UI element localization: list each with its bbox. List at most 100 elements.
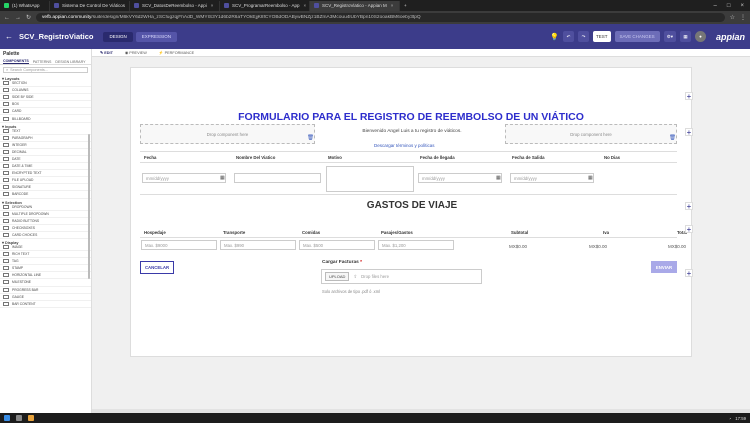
fecha-salida-input[interactable]: mm/dd/yyyy bbox=[510, 173, 594, 183]
palette-item[interactable]: STAMP bbox=[0, 265, 91, 273]
palette-item[interactable]: PARAGRAPH bbox=[0, 135, 91, 142]
test-button[interactable]: TEST bbox=[592, 31, 611, 42]
avatar[interactable]: ● bbox=[694, 31, 706, 42]
design-mode-button[interactable]: DESIGN bbox=[103, 31, 133, 42]
drop-zone-left[interactable]: Drop component here bbox=[140, 124, 315, 144]
search-icon[interactable] bbox=[16, 415, 22, 421]
palette-item[interactable]: DATE bbox=[0, 156, 91, 164]
browser-tab-registro[interactable]: SCV_RegistroViatico - Appian M × bbox=[310, 0, 400, 11]
send-button[interactable]: ENVIAR bbox=[651, 261, 677, 273]
reload-icon[interactable]: ↻ bbox=[26, 14, 31, 21]
palette-item[interactable]: COLUMNS bbox=[0, 87, 91, 95]
cancel-button[interactable]: CANCELAR bbox=[140, 261, 174, 274]
palette-item[interactable]: ENCRYPTED TEXT bbox=[0, 170, 91, 178]
redo-button[interactable]: ↷ bbox=[577, 31, 589, 42]
motivo-textarea[interactable] bbox=[326, 166, 414, 192]
palette-item[interactable]: DROPDOWN bbox=[0, 204, 91, 211]
drop-zone-right[interactable]: Drop component here bbox=[505, 124, 677, 144]
tab-performance[interactable]: ⚡ PERFORMANCE bbox=[159, 50, 194, 55]
palette-item[interactable]: CHECKBOXES bbox=[0, 225, 91, 232]
back-arrow-icon[interactable]: ← bbox=[4, 15, 10, 21]
palette-item[interactable]: CARD CHOICES bbox=[0, 232, 91, 239]
browser-tab-whatsapp[interactable]: (1) WhatsApp bbox=[0, 0, 50, 11]
palette-item[interactable]: BAR CONTENT bbox=[0, 301, 91, 308]
nombre-viatico-input[interactable] bbox=[234, 173, 321, 183]
palette-item[interactable]: GAUGE bbox=[0, 294, 91, 301]
calendar-icon[interactable]: ▦ bbox=[496, 175, 501, 181]
back-icon[interactable]: ← bbox=[5, 32, 13, 41]
palette-item[interactable]: BARCODE bbox=[0, 191, 91, 199]
minimize-icon[interactable]: – bbox=[714, 3, 717, 9]
palette-item[interactable]: SIDE BY SIDE bbox=[0, 94, 91, 102]
hospedaje-input[interactable]: Max. $9000 bbox=[141, 240, 217, 250]
calendar-icon[interactable]: ▦ bbox=[220, 175, 225, 181]
palette-item[interactable]: FILE UPLOAD bbox=[0, 177, 91, 185]
tab-components[interactable]: COMPONENTS bbox=[3, 59, 29, 64]
palette-item[interactable]: MULTIPLE DROPDOWN bbox=[0, 211, 91, 218]
tab-preview[interactable]: ◉ PREVIEW bbox=[125, 50, 147, 55]
undo-button[interactable]: ↶ bbox=[562, 31, 574, 42]
add-component-icon[interactable]: + bbox=[685, 128, 693, 137]
add-component-icon[interactable]: + bbox=[685, 92, 693, 101]
trash-icon[interactable]: 🗑 bbox=[669, 135, 676, 141]
palette-item[interactable]: DECIMAL bbox=[0, 149, 91, 156]
interface-canvas[interactable]: FORMULARIO PARA EL REGISTRO DE REEMBOLSO… bbox=[130, 67, 692, 357]
transporte-input[interactable]: Max. $990 bbox=[220, 240, 296, 250]
palette-item[interactable]: BOX bbox=[0, 101, 91, 109]
palette-item[interactable]: INTEGER bbox=[0, 142, 91, 149]
browser-tab-programar[interactable]: SCV_ProgramarReembolso - App × bbox=[220, 0, 310, 11]
palette-item[interactable]: TAG bbox=[0, 258, 91, 266]
add-component-icon[interactable]: + bbox=[685, 202, 693, 211]
new-tab-button[interactable]: + bbox=[400, 1, 411, 11]
forward-arrow-icon[interactable]: → bbox=[15, 15, 21, 21]
apps-grid-icon[interactable]: ▦ bbox=[679, 31, 691, 42]
palette-item[interactable]: CARD bbox=[0, 108, 91, 116]
close-icon[interactable]: × bbox=[391, 3, 394, 8]
palette-item[interactable]: BILLBOARD bbox=[0, 115, 91, 123]
menu-icon[interactable]: ⋮ bbox=[740, 14, 746, 21]
address-bar: ← → ↻ vefb.appian.community /suite/desig… bbox=[0, 11, 750, 24]
url-field[interactable]: vefb.appian.community /suite/design/M6kV… bbox=[36, 13, 725, 22]
palette-search-input[interactable]: ⌕ Search Components... bbox=[3, 67, 88, 73]
palette-item[interactable]: TEXT bbox=[0, 128, 91, 135]
close-icon[interactable]: × bbox=[211, 3, 214, 8]
palette-item[interactable]: DATE & TIME bbox=[0, 163, 91, 171]
col-fecha: Fecha bbox=[144, 155, 157, 160]
add-component-icon[interactable]: + bbox=[685, 225, 693, 234]
tab-patterns[interactable]: PATTERNS bbox=[33, 60, 52, 64]
upload-button[interactable]: UPLOAD bbox=[325, 272, 350, 281]
lightbulb-icon[interactable]: 💡 bbox=[550, 33, 559, 41]
tab-edit[interactable]: ✎ EDIT bbox=[100, 50, 113, 55]
palette-item[interactable]: SIGNATURE bbox=[0, 184, 91, 192]
tab-design-library[interactable]: DESIGN LIBRARY bbox=[55, 60, 85, 64]
palette-item[interactable]: PROGRESS BAR bbox=[0, 287, 91, 294]
palette-scrollbar[interactable] bbox=[88, 134, 90, 279]
close-window-icon[interactable]: × bbox=[740, 3, 744, 9]
trash-icon[interactable]: 🗑 bbox=[307, 135, 314, 141]
expression-mode-button[interactable]: EXPRESSION bbox=[135, 31, 178, 42]
fecha-llegada-input[interactable]: mm/dd/yyyy bbox=[418, 173, 502, 183]
add-component-icon[interactable]: + bbox=[685, 269, 693, 278]
palette-item[interactable]: RADIO BUTTONS bbox=[0, 218, 91, 225]
palette-item[interactable]: MILESTONE bbox=[0, 279, 91, 287]
palette-item[interactable]: SECTION bbox=[0, 80, 91, 88]
terms-link[interactable]: Descargar términos y políticas bbox=[374, 143, 435, 148]
file-upload-field[interactable]: UPLOAD ⇧ Drop files here bbox=[321, 269, 482, 284]
settings-gear-icon[interactable]: ⚙▾ bbox=[663, 31, 676, 42]
calendar-icon[interactable]: ▦ bbox=[588, 175, 593, 181]
browser-tab-sistema[interactable]: Sistema De Control De Viáticos× bbox=[50, 0, 130, 11]
star-icon[interactable]: ☆ bbox=[730, 14, 735, 21]
palette-item[interactable]: IMAGE bbox=[0, 244, 91, 252]
start-icon[interactable] bbox=[4, 415, 10, 421]
pasajes-input[interactable]: Max. $1,200 bbox=[378, 240, 454, 250]
palette-item[interactable]: RICH TEXT bbox=[0, 251, 91, 259]
palette-item[interactable]: HORIZONTAL LINE bbox=[0, 272, 91, 280]
component-icon bbox=[3, 116, 9, 121]
close-icon[interactable]: × bbox=[304, 3, 307, 8]
save-changes-button[interactable]: SAVE CHANGES bbox=[614, 31, 660, 42]
browser-icon[interactable] bbox=[28, 415, 34, 421]
fecha-date-input[interactable]: mm/dd/yyyy bbox=[142, 173, 226, 183]
maximize-icon[interactable]: □ bbox=[727, 3, 731, 9]
browser-tab-datos[interactable]: SCV_DatosDeReembolso - Appi × bbox=[130, 0, 220, 11]
comidas-input[interactable]: Max. $500 bbox=[299, 240, 375, 250]
